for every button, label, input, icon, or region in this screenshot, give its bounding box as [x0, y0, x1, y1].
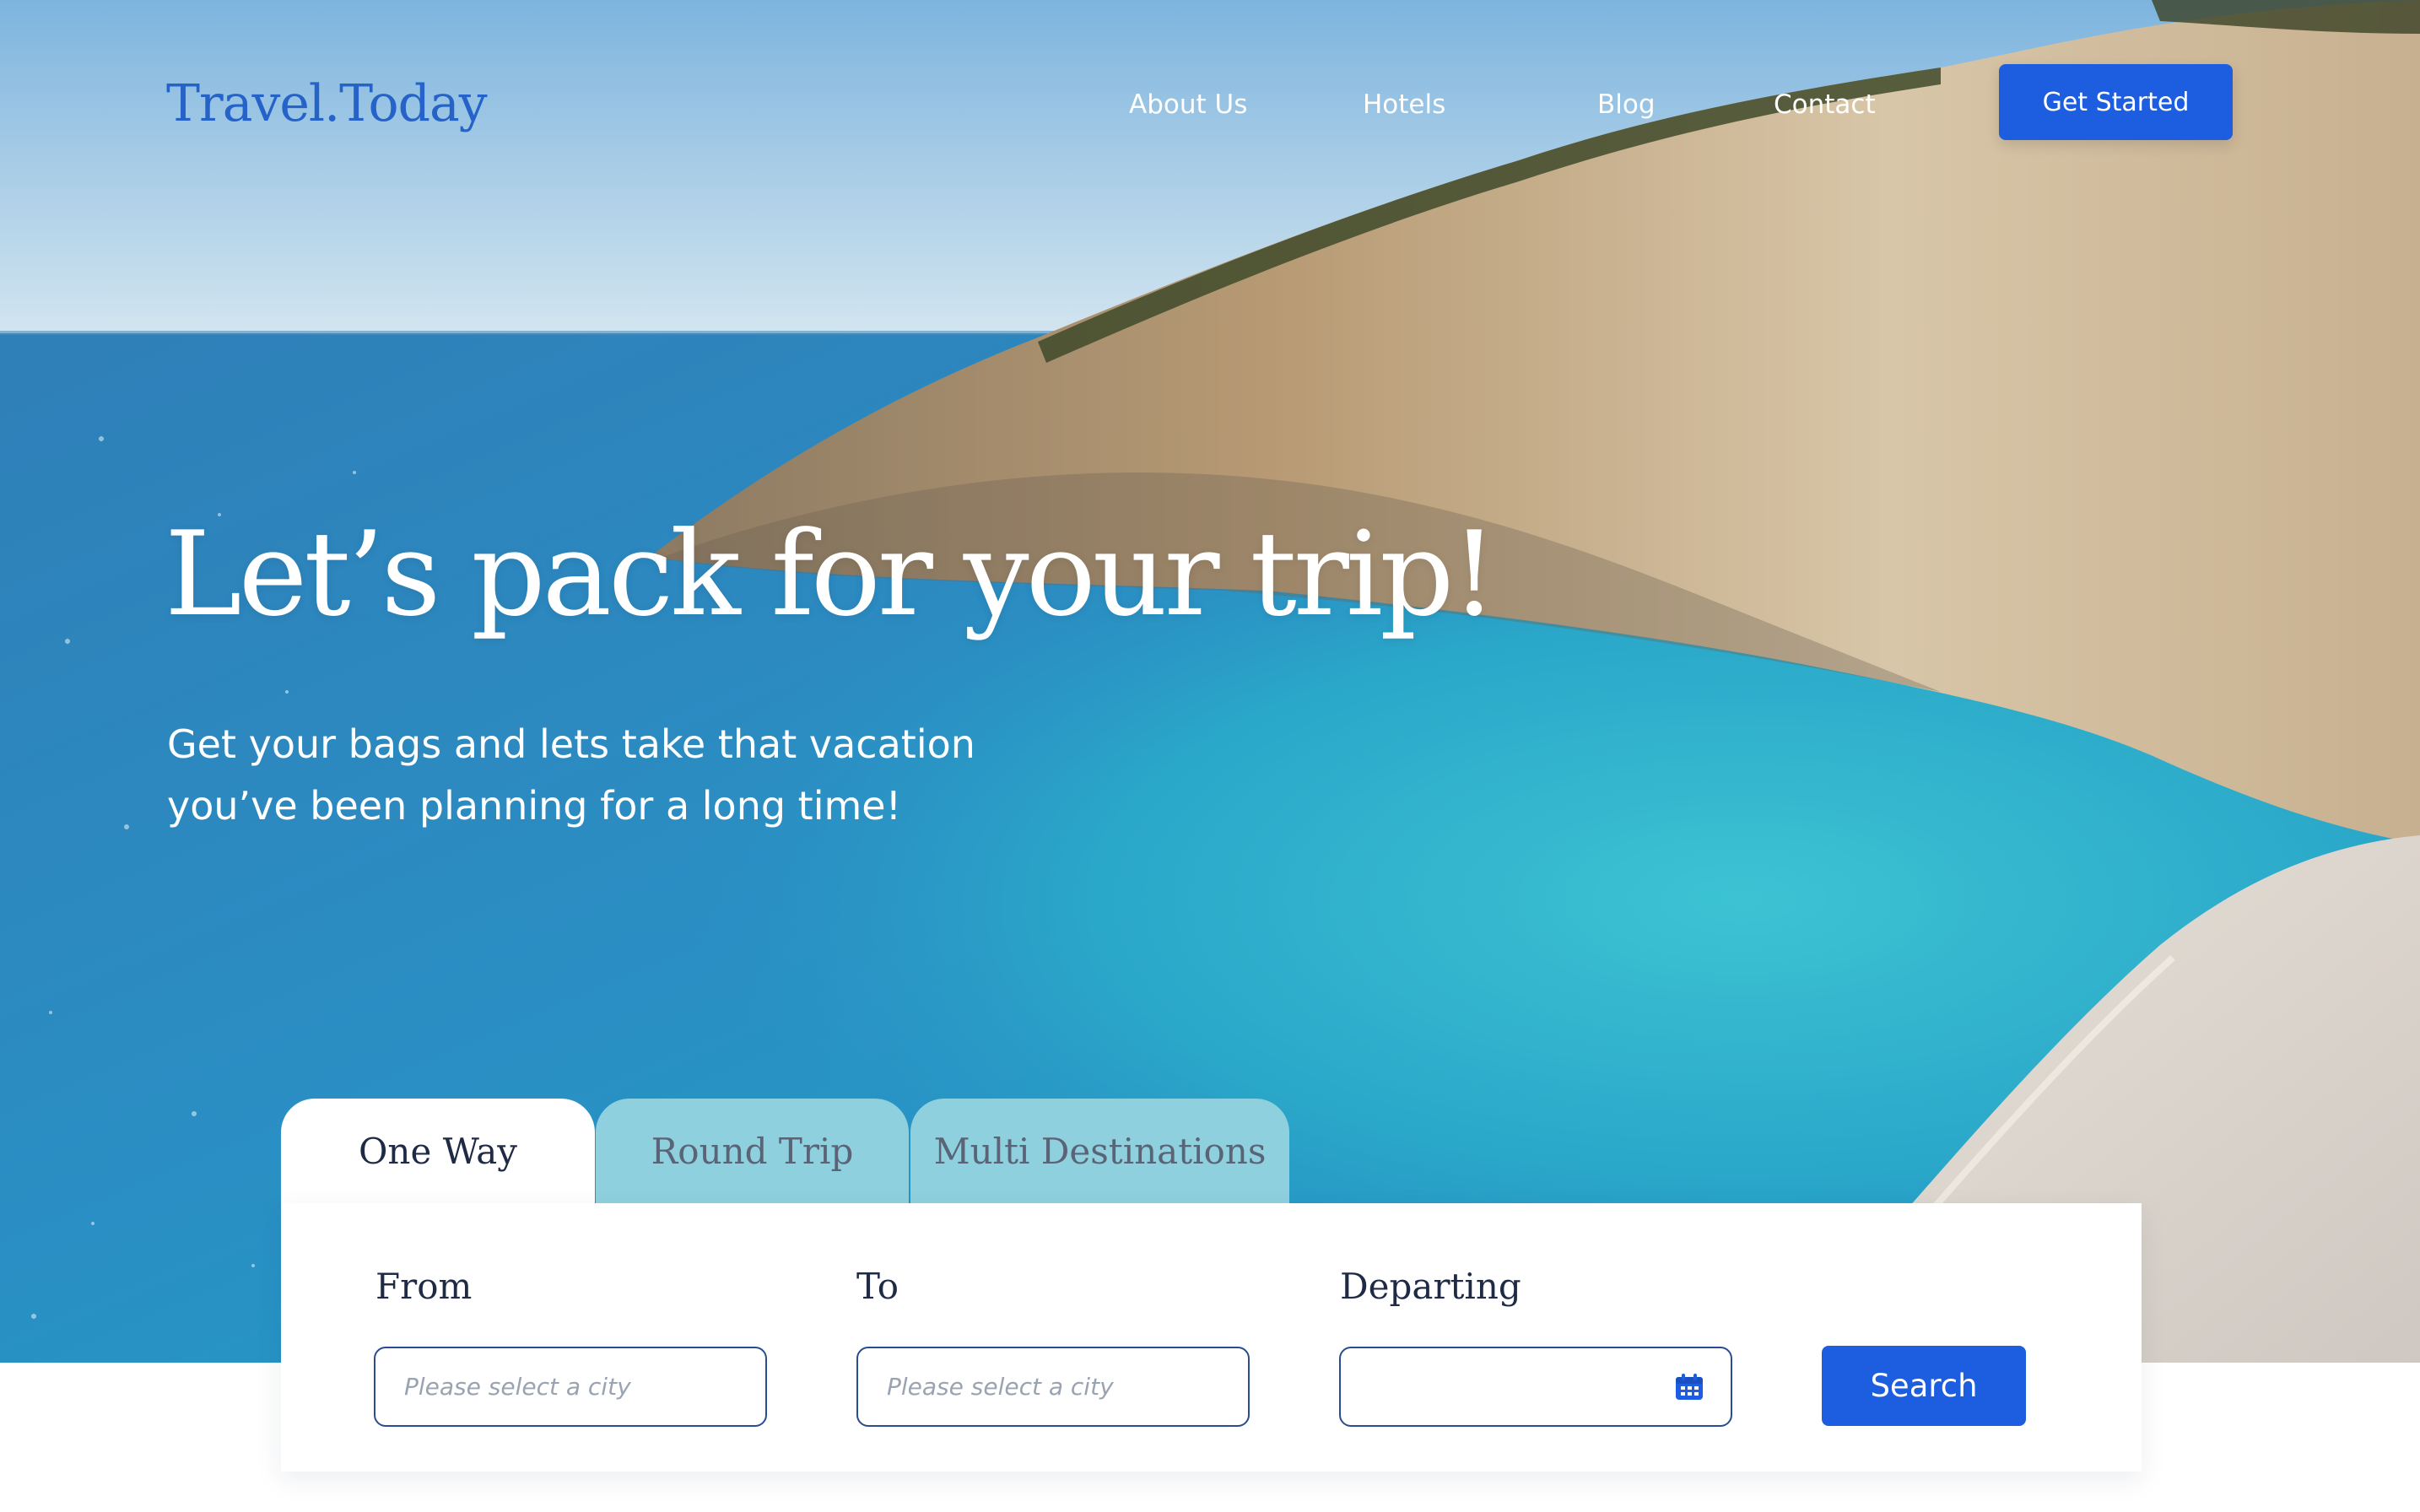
hero-subline-line-1: Get your bags and lets take that vacatio… — [167, 721, 975, 767]
tab-one-way[interactable]: One Way — [281, 1099, 595, 1203]
to-label: To — [856, 1266, 899, 1307]
hero-headline: Let’s pack for your trip! — [165, 506, 1498, 642]
to-input[interactable]: Please select a city — [856, 1347, 1250, 1427]
nav-link-hotels[interactable]: Hotels — [1363, 89, 1445, 120]
tab-multi-destinations[interactable]: Multi Destinations — [910, 1099, 1289, 1203]
site-logo[interactable]: Travel.Today — [166, 74, 488, 133]
nav-link-about-us[interactable]: About Us — [1129, 89, 1247, 120]
tab-round-trip[interactable]: Round Trip — [596, 1099, 909, 1203]
hero-subline-line-2: you’ve been planning for a long time! — [167, 783, 902, 829]
hero-subline: Get your bags and lets take that vacatio… — [167, 714, 1095, 837]
from-input[interactable]: Please select a city — [374, 1347, 767, 1427]
calendar-icon[interactable] — [1674, 1373, 1704, 1401]
departing-label: Departing — [1340, 1266, 1521, 1307]
search-button[interactable]: Search — [1822, 1346, 2026, 1426]
booking-panel — [281, 1203, 2142, 1472]
nav-link-contact[interactable]: Contact — [1774, 89, 1876, 120]
get-started-button[interactable]: Get Started — [1999, 64, 2233, 140]
nav-link-blog[interactable]: Blog — [1597, 89, 1656, 120]
from-label: From — [375, 1266, 473, 1307]
